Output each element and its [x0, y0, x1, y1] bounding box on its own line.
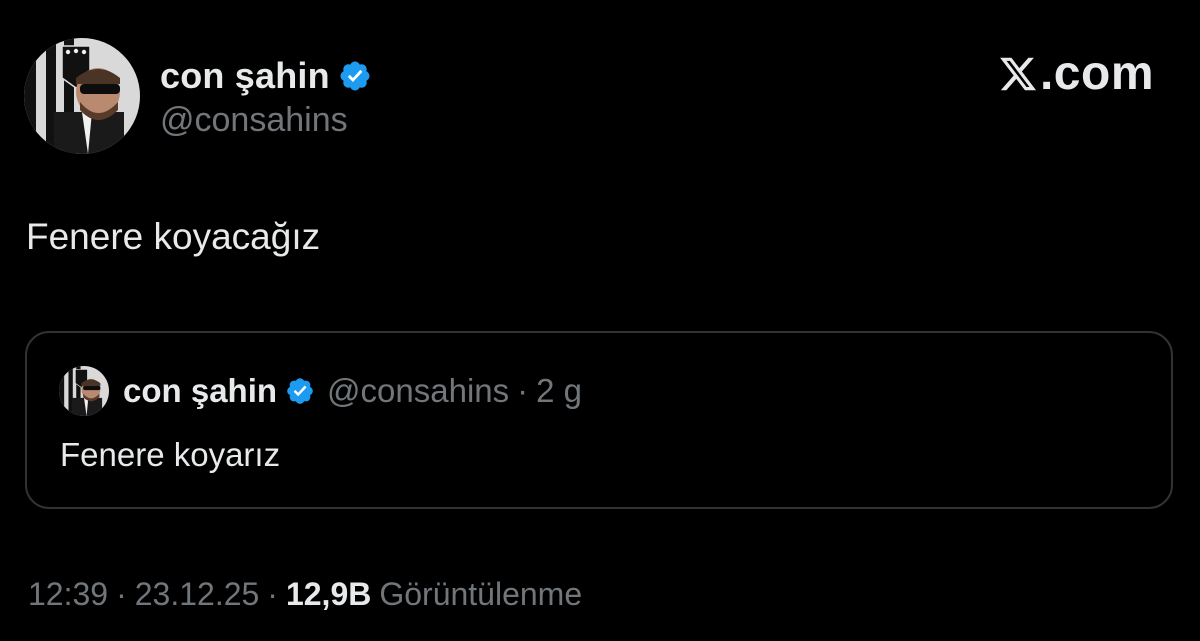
quoted-separator: · — [517, 372, 529, 409]
quoted-verified-badge-icon — [285, 376, 315, 406]
display-name-row: con şahin — [160, 53, 372, 99]
meta-separator-2: · — [267, 576, 278, 612]
quoted-tweet-header: con şahin @consahins · 2 g — [59, 366, 582, 416]
tweet-time[interactable]: 12:39 — [28, 576, 108, 613]
author-names: con şahin @consahins — [160, 53, 372, 140]
quoted-tweet-text: Fenere koyarız — [60, 436, 281, 473]
views-count: 12,9B — [285, 576, 372, 612]
tweet-date[interactable]: 23.12.25 — [135, 576, 260, 613]
quoted-tweet-card[interactable]: con şahin @consahins · 2 g Fenere koyarı… — [25, 331, 1173, 509]
avatar-image — [24, 38, 140, 154]
author-display-name[interactable]: con şahin — [160, 55, 330, 97]
author-handle[interactable]: @consahins — [160, 101, 372, 140]
views-label: Görüntülenme — [379, 576, 583, 612]
x-logo-icon — [998, 54, 1038, 94]
x-com-brand: .com — [998, 50, 1154, 98]
brand-suffix: .com — [1039, 47, 1154, 100]
verified-badge-icon[interactable] — [338, 59, 372, 93]
quoted-avatar-image — [59, 366, 109, 416]
quoted-timestamp[interactable]: 2 g — [536, 372, 582, 410]
quoted-handle[interactable]: @consahins — [327, 372, 509, 410]
quoted-avatar[interactable] — [59, 366, 109, 416]
tweet-header: con şahin @consahins — [24, 38, 372, 154]
tweet-meta: 12:39 · 23.12.25 · 12,9B Görüntülenme — [28, 576, 582, 613]
tweet-text: Fenere koyacağız — [26, 216, 321, 257]
meta-separator-1: · — [116, 576, 127, 612]
avatar[interactable] — [24, 38, 140, 154]
quoted-display-name[interactable]: con şahin — [123, 372, 277, 410]
